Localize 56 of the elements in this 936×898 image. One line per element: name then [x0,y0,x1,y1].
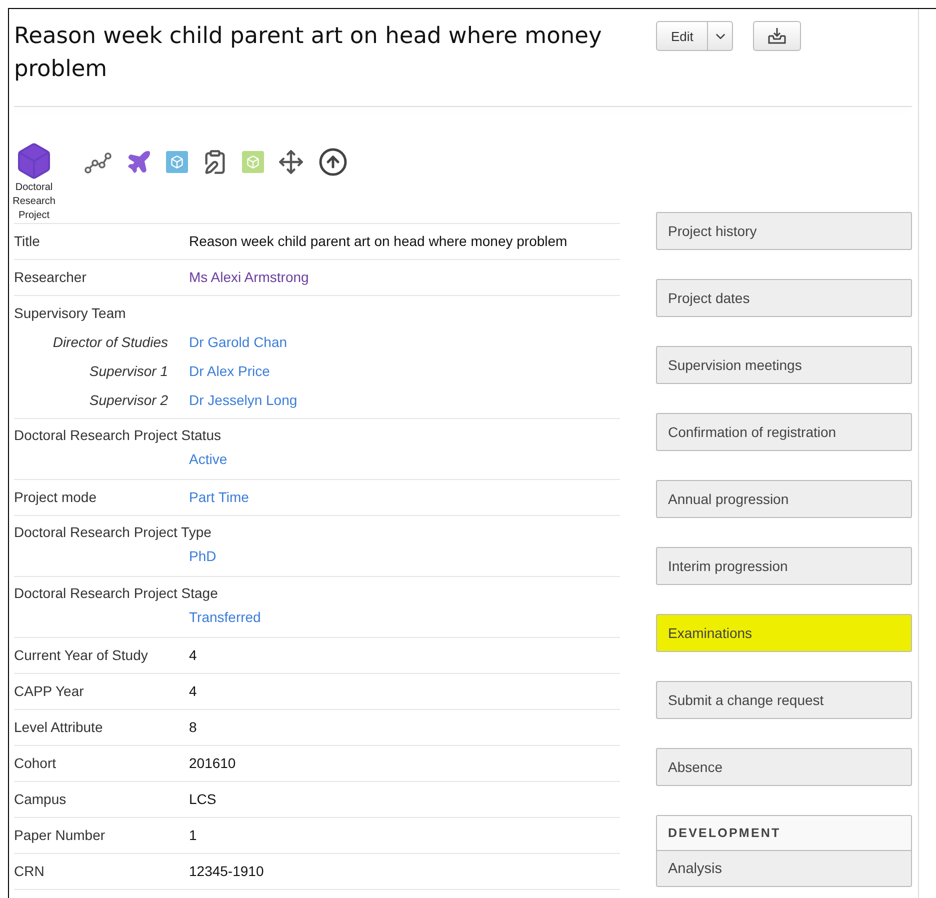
download-tray-icon [767,27,788,45]
panel-heading: DEVELOPMENT [657,816,911,850]
field-label: Title [14,233,41,250]
action-button[interactable]: Annual progression [656,480,912,518]
role-label: Supervisor 1 [88,363,169,380]
field-value: 12345-1910 [189,863,265,880]
action-button[interactable]: Absence [656,748,912,786]
field-label: Cohort [14,755,58,772]
field-label: Doctoral Research Project Status [14,427,222,444]
move-arrows-icon[interactable] [278,149,304,175]
page-title: Reason week child parent art on head where money problem [14,22,603,84]
field-value: 1 [189,827,198,844]
download-tray-button[interactable] [753,21,802,51]
action-button[interactable]: Supervision meetings [656,346,912,384]
action-button[interactable]: Confirmation of registration [656,413,912,451]
action-button[interactable]: Interim progression [656,547,912,585]
edit-split-button[interactable]: Edit [656,21,734,51]
field-label: Doctoral Research Project Stage [14,585,219,602]
field-link[interactable]: Active [189,451,620,468]
field-label: CRN [14,863,46,880]
action-button[interactable]: Project history [656,212,912,250]
field-label: CAPP Year [14,683,85,700]
person-link[interactable]: Dr Garold Chan [189,334,620,351]
field-label: Supervisory Team [14,305,127,322]
plane-icon[interactable] [126,149,152,175]
connected-nodes-icon[interactable] [84,150,112,174]
action-button[interactable]: Project dates [656,279,912,317]
field-value: 4 [189,683,198,700]
panel-item[interactable]: Analysis [657,850,911,886]
field-value: 4 [189,647,198,664]
field-label: Project mode [14,489,98,506]
field-label: Paper Number [14,827,106,844]
field-value: 8 [189,719,198,736]
field-value: Reason week child parent art on head where money problem [189,233,568,250]
field-label: Researcher [14,269,88,286]
box-tile-icon[interactable] [242,151,264,173]
record-type-caption: Doctoral Research Project [12,181,56,223]
upload-icon[interactable] [318,147,348,177]
field-link[interactable]: PhD [189,548,620,565]
person-link[interactable]: Dr Alex Price [189,363,620,380]
action-button[interactable]: Examinations [656,614,912,652]
person-link[interactable]: Dr Jesselyn Long [189,392,620,409]
edit-button[interactable]: Edit [657,22,708,50]
field-label: Level Attribute [14,719,104,736]
field-value: LCS [189,791,218,808]
field-label: Doctoral Research Project Type [14,524,212,541]
box-tile-icon[interactable] [166,151,188,173]
action-button[interactable]: Submit a change request [656,681,912,719]
field-label: Campus [14,791,68,808]
field-link[interactable]: Ms Alexi Armstrong [189,269,620,286]
role-label: Director of Studies [52,334,169,351]
role-label: Supervisor 2 [88,392,169,409]
field-label: Current Year of Study [14,647,149,664]
field-link[interactable]: Part Time [189,489,620,506]
field-value: 201610 [189,755,237,772]
field-link[interactable]: Transferred [189,609,620,626]
